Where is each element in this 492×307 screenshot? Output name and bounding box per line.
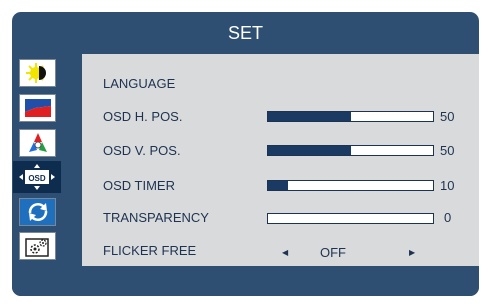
transparency-label[interactable]: TRANSPARENCY [103, 209, 209, 227]
sidebar: OSD [12, 54, 82, 266]
osd-timer-slider[interactable] [267, 180, 434, 191]
flicker-free-value: OFF [320, 245, 346, 260]
osd-timer-value: 10 [440, 178, 455, 193]
right-arrow-icon[interactable]: ▶ [409, 244, 415, 262]
left-arrow-icon[interactable]: ◀ [282, 244, 288, 262]
settings-icon [24, 234, 52, 258]
transparency-slider[interactable] [267, 213, 434, 224]
osd-menu: SET OSD LANGUAGE OSD H. POS. 50 OSD V. P… [12, 12, 479, 296]
osd-h-pos-fill [268, 112, 351, 121]
reset-icon [25, 201, 51, 223]
sidebar-item-reset[interactable] [19, 198, 56, 226]
osd-icon-text: OSD [28, 174, 46, 183]
status-bar [12, 266, 479, 296]
sidebar-item-brightness[interactable] [19, 59, 56, 87]
osd-icon: OSD [17, 163, 57, 191]
osd-h-pos-value: 50 [440, 109, 455, 124]
sidebar-item-color[interactable] [19, 129, 56, 157]
sidebar-item-picture[interactable] [19, 94, 56, 122]
sidebar-item-osd[interactable]: OSD [13, 161, 61, 193]
osd-h-pos-label[interactable]: OSD H. POS. [103, 108, 182, 126]
transparency-value: 0 [444, 210, 452, 225]
menu-panel: LANGUAGE OSD H. POS. 50 OSD V. POS. 50 O… [82, 54, 479, 266]
flicker-free-label[interactable]: FLICKER FREE [103, 242, 196, 260]
color-icon [25, 131, 51, 155]
menu-title: SET [227, 23, 263, 43]
osd-timer-fill [268, 181, 288, 190]
osd-v-pos-value: 50 [440, 143, 455, 158]
osd-timer-label[interactable]: OSD TIMER [103, 177, 175, 195]
osd-v-pos-slider[interactable] [267, 145, 434, 156]
osd-v-pos-fill [268, 146, 351, 155]
brightness-icon [24, 62, 52, 84]
language-label[interactable]: LANGUAGE [103, 75, 175, 93]
picture-icon [23, 97, 53, 119]
osd-v-pos-label[interactable]: OSD V. POS. [103, 142, 181, 160]
osd-h-pos-slider[interactable] [267, 111, 434, 122]
sidebar-item-settings[interactable] [19, 232, 56, 260]
